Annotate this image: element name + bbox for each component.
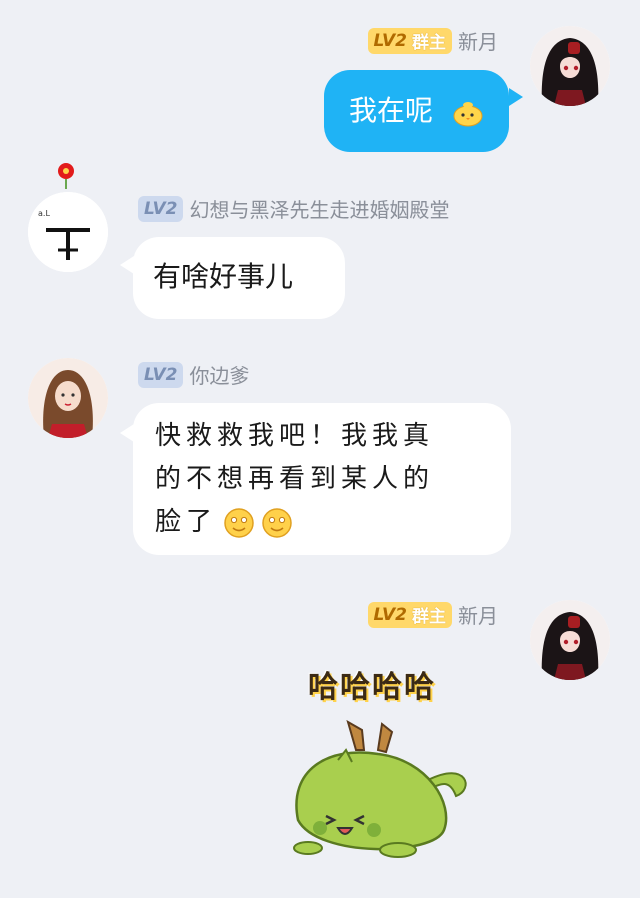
message-row: LV2 群主 新月 哈哈哈哈 <box>0 570 640 898</box>
avatar[interactable]: a.L <box>28 192 108 272</box>
chick-emoji-icon <box>453 102 483 127</box>
sender-meta: LV2 幻想与黑泽先生走进婚姻殿堂 <box>138 194 449 223</box>
message-bubble[interactable]: 有啥好事儿 <box>133 237 345 319</box>
sender-name[interactable]: 新月 <box>458 26 498 55</box>
smile-emoji-icon <box>224 507 254 538</box>
level-badge: LV2 群主 <box>367 27 452 54</box>
sender-name[interactable]: 你边爹 <box>189 360 249 389</box>
message-row: LV2 你边爹 快救救我吧！我我真 的不想再看到某人的 脸了 <box>0 330 640 570</box>
svg-text:a.L: a.L <box>38 209 50 218</box>
message-row: LV2 群主 新月 我在呢 <box>0 0 640 160</box>
message-text: 快救救我吧！我我真 的不想再看到某人的 脸了 <box>155 415 434 544</box>
message-row: a.L LV2 幻想与黑泽先生走进婚姻殿堂 有啥好事儿 <box>0 160 640 330</box>
smile-emoji-icon <box>262 507 292 538</box>
message-bubble[interactable]: 我在呢 <box>324 70 509 152</box>
calligraphy-avatar-icon: a.L <box>28 192 108 272</box>
owner-label: 群主 <box>412 607 446 627</box>
bubble-tail <box>120 424 134 442</box>
message-text: 有啥好事儿 <box>153 260 294 293</box>
avatar[interactable] <box>530 26 610 106</box>
sticker-caption: 哈哈哈哈 <box>308 670 436 705</box>
message-text: 我在呢 <box>349 94 434 127</box>
sender-name[interactable]: 新月 <box>458 600 498 629</box>
red-flower-icon <box>58 163 74 189</box>
level-badge: LV2 群主 <box>367 601 452 628</box>
level-badge: LV2 <box>138 195 184 222</box>
message-line: 快救救我吧！我我真 <box>155 421 435 451</box>
bubble-tail <box>120 256 134 274</box>
anime-girl-avatar-icon <box>530 26 610 106</box>
avatar[interactable] <box>28 358 108 438</box>
message-line: 脸了 <box>155 507 218 537</box>
sender-name[interactable]: 幻想与黑泽先生走进婚姻殿堂 <box>189 194 449 223</box>
level-text: LV2 <box>373 30 407 51</box>
message-bubble[interactable]: 快救救我吧！我我真 的不想再看到某人的 脸了 <box>133 403 511 555</box>
green-dragon-sticker-icon[interactable] <box>278 720 478 870</box>
anime-girl-avatar-icon <box>530 600 610 680</box>
message-line: 的不想再看到某人的 <box>155 464 435 494</box>
avatar[interactable] <box>530 600 610 680</box>
sender-meta: LV2 群主 新月 <box>367 26 498 55</box>
sender-meta: LV2 你边爹 <box>138 360 249 389</box>
message-line-with-emoji: 脸了 <box>155 501 434 544</box>
bubble-tail <box>509 88 523 106</box>
level-text: LV2 <box>373 604 407 625</box>
portrait-avatar-icon <box>28 358 108 438</box>
level-badge: LV2 <box>138 361 184 388</box>
owner-label: 群主 <box>412 33 446 53</box>
sender-meta: LV2 群主 新月 <box>367 600 498 629</box>
